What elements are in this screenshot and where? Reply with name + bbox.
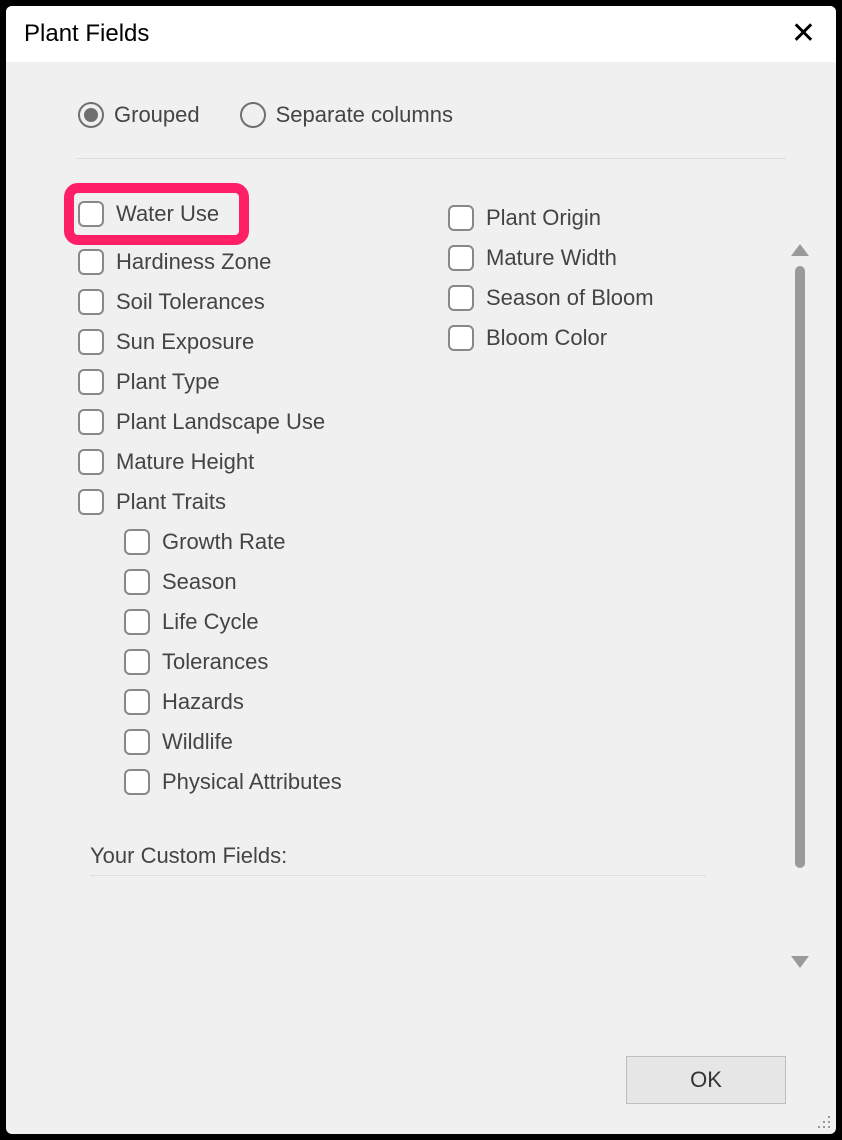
- checkbox-label: Tolerances: [162, 649, 268, 675]
- title-bar: Plant Fields ✕: [6, 6, 836, 62]
- checkbox-label: Plant Traits: [116, 489, 226, 515]
- checkbox-icon: [124, 569, 150, 595]
- checkbox-label: Life Cycle: [162, 609, 259, 635]
- checkbox-icon: [78, 449, 104, 475]
- fields-column-left: Water Use Hardiness Zone Soil Tolerances: [78, 193, 408, 809]
- checkbox-label: Bloom Color: [486, 325, 607, 351]
- highlight-water-use: Water Use: [64, 183, 249, 245]
- checkbox-wildlife[interactable]: Wildlife: [124, 729, 408, 755]
- checkbox-season[interactable]: Season: [124, 569, 408, 595]
- checkbox-soil-tolerances[interactable]: Soil Tolerances: [78, 289, 408, 315]
- checkbox-plant-origin[interactable]: Plant Origin: [448, 205, 778, 231]
- checkbox-label: Plant Type: [116, 369, 220, 395]
- resize-grip-icon[interactable]: [814, 1112, 830, 1128]
- checkbox-tolerances[interactable]: Tolerances: [124, 649, 408, 675]
- checkbox-label: Plant Origin: [486, 205, 601, 231]
- checkbox-plant-landscape-use[interactable]: Plant Landscape Use: [78, 409, 408, 435]
- checkbox-label: Mature Width: [486, 245, 617, 271]
- checkbox-physical-attributes[interactable]: Physical Attributes: [124, 769, 408, 795]
- view-mode-radio-group: Grouped Separate columns: [66, 102, 816, 128]
- checkbox-plant-type[interactable]: Plant Type: [78, 369, 408, 395]
- divider: [76, 158, 786, 159]
- checkbox-icon: [78, 249, 104, 275]
- checkbox-icon: [124, 769, 150, 795]
- checkbox-icon: [124, 529, 150, 555]
- checkbox-icon: [448, 285, 474, 311]
- checkbox-icon: [124, 609, 150, 635]
- checkbox-hardiness-zone[interactable]: Hardiness Zone: [78, 249, 408, 275]
- checkbox-label: Soil Tolerances: [116, 289, 265, 315]
- radio-label: Grouped: [114, 102, 200, 128]
- checkbox-icon: [78, 489, 104, 515]
- checkbox-icon: [78, 329, 104, 355]
- scroll-thumb[interactable]: [795, 266, 805, 868]
- plant-fields-dialog: Plant Fields ✕ Grouped Separate columns: [6, 6, 836, 1134]
- checkbox-plant-traits[interactable]: Plant Traits: [78, 489, 408, 515]
- radio-icon: [78, 102, 104, 128]
- checkbox-sun-exposure[interactable]: Sun Exposure: [78, 329, 408, 355]
- ok-button[interactable]: OK: [626, 1056, 786, 1104]
- radio-label: Separate columns: [276, 102, 453, 128]
- checkbox-label: Hazards: [162, 689, 244, 715]
- checkbox-icon: [448, 325, 474, 351]
- custom-fields-heading: Your Custom Fields:: [90, 843, 761, 869]
- checkbox-label: Season: [162, 569, 237, 595]
- checkbox-label: Water Use: [116, 201, 219, 227]
- dialog-title: Plant Fields: [24, 20, 149, 48]
- checkbox-icon: [124, 729, 150, 755]
- checkbox-icon: [78, 289, 104, 315]
- checkbox-mature-width[interactable]: Mature Width: [448, 245, 778, 271]
- radio-grouped[interactable]: Grouped: [78, 102, 200, 128]
- checkbox-label: Season of Bloom: [486, 285, 654, 311]
- checkbox-label: Growth Rate: [162, 529, 286, 555]
- checkbox-life-cycle[interactable]: Life Cycle: [124, 609, 408, 635]
- checkbox-label: Physical Attributes: [162, 769, 342, 795]
- fields-column-right: Plant Origin Mature Width Season of Bloo…: [448, 193, 778, 809]
- divider: [90, 875, 706, 876]
- scrollbar[interactable]: [788, 244, 812, 984]
- checkbox-label: Plant Landscape Use: [116, 409, 325, 435]
- checkbox-label: Mature Height: [116, 449, 254, 475]
- checkbox-icon: [78, 201, 104, 227]
- checkbox-bloom-color[interactable]: Bloom Color: [448, 325, 778, 351]
- checkbox-growth-rate[interactable]: Growth Rate: [124, 529, 408, 555]
- radio-icon: [240, 102, 266, 128]
- radio-separate-columns[interactable]: Separate columns: [240, 102, 453, 128]
- checkbox-icon: [124, 689, 150, 715]
- checkbox-season-of-bloom[interactable]: Season of Bloom: [448, 285, 778, 311]
- checkbox-icon: [78, 369, 104, 395]
- checkbox-label: Hardiness Zone: [116, 249, 271, 275]
- checkbox-mature-height[interactable]: Mature Height: [78, 449, 408, 475]
- checkbox-icon: [124, 649, 150, 675]
- scroll-up-icon[interactable]: [791, 244, 809, 256]
- checkbox-water-use[interactable]: Water Use: [78, 201, 219, 227]
- checkbox-label: Wildlife: [162, 729, 233, 755]
- checkbox-label: Sun Exposure: [116, 329, 254, 355]
- close-icon[interactable]: ✕: [791, 19, 816, 49]
- checkbox-hazards[interactable]: Hazards: [124, 689, 408, 715]
- checkbox-icon: [448, 245, 474, 271]
- checkbox-icon: [448, 205, 474, 231]
- scroll-down-icon[interactable]: [791, 956, 809, 968]
- checkbox-icon: [78, 409, 104, 435]
